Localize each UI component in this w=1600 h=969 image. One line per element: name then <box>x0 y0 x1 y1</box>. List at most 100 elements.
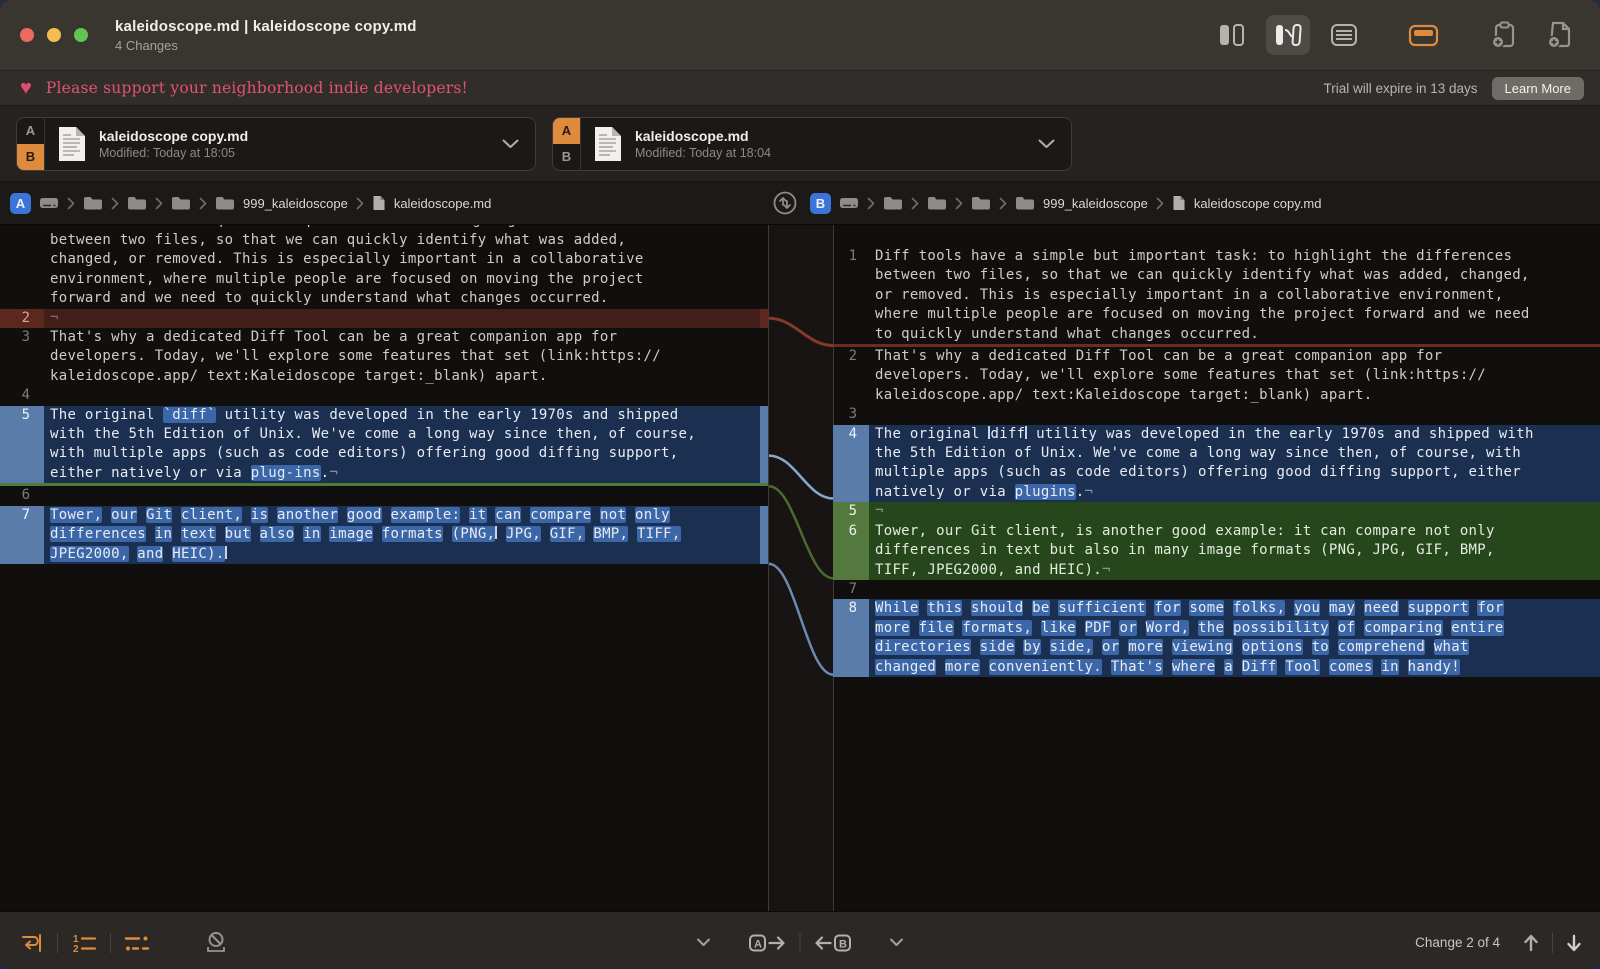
chevron-right-icon <box>199 197 207 210</box>
breadcrumb-file[interactable]: kaleidoscope copy.md <box>1194 196 1322 211</box>
file-icon[interactable] <box>1172 195 1186 211</box>
line-number: 3 <box>833 405 869 424</box>
fluid-view-button[interactable] <box>1266 15 1310 55</box>
line-text: While this should be sufficient for some… <box>869 599 1600 677</box>
folder-icon[interactable] <box>83 195 103 211</box>
minimize-button[interactable] <box>47 28 61 42</box>
svg-text:2: 2 <box>73 944 79 954</box>
diff-change-row[interactable]: 2¬ <box>0 309 768 328</box>
line-text <box>869 580 1600 599</box>
line-numbers-button[interactable]: 12 <box>71 932 97 954</box>
ab-toggle-right: A B <box>553 118 581 170</box>
previous-change-button[interactable] <box>1523 933 1539 953</box>
svg-text:A: A <box>754 938 762 950</box>
folder-icon[interactable] <box>171 195 191 211</box>
line-text: ¬ <box>44 309 760 328</box>
change-edge-strip <box>760 386 768 405</box>
ab-toggle-left: A B <box>17 118 45 170</box>
copy-b-badge: B <box>810 193 831 214</box>
copy-a-badge: A <box>10 193 31 214</box>
banner-message: Please support your neighborhood indie d… <box>46 79 468 97</box>
chevron-down-icon[interactable] <box>502 139 519 149</box>
merge-right-options-chevron[interactable] <box>890 938 904 947</box>
swap-files-button[interactable] <box>771 189 799 217</box>
close-button[interactable] <box>20 28 34 42</box>
wrap-lines-button[interactable] <box>20 932 44 954</box>
copy-a-badge[interactable]: A <box>17 118 44 144</box>
diff-row: 2That's why a dedicated Diff Tool can be… <box>833 347 1600 405</box>
add-from-clipboard-button[interactable] <box>1482 15 1526 55</box>
diff-row: 3 <box>833 405 1600 424</box>
breadcrumb-file[interactable]: kaleidoscope.md <box>394 196 492 211</box>
line-text: ¬ <box>869 502 1600 521</box>
document-plus-icon <box>1545 20 1575 50</box>
breadcrumb-bar: A 999_kaleidoscope kaleidoscope.md B <box>0 182 1600 225</box>
line-number: 5 <box>833 502 869 521</box>
copy-a-to-right-button[interactable]: A <box>749 932 787 954</box>
add-file-button[interactable] <box>1538 15 1582 55</box>
change-edge-strip <box>760 406 768 484</box>
file-modified: Modified: Today at 18:04 <box>635 146 771 160</box>
chevron-down-icon[interactable] <box>1038 139 1055 149</box>
file-card-left[interactable]: A B kaleidoscope copy.md Modified: Today… <box>16 117 536 171</box>
drive-icon[interactable] <box>39 195 59 211</box>
folder-icon[interactable] <box>1015 195 1035 211</box>
changes-count: 4 Changes <box>115 38 417 53</box>
change-edge-strip <box>760 486 768 505</box>
line-text <box>44 486 760 505</box>
line-number: 2 <box>0 309 44 328</box>
folder-icon[interactable] <box>883 195 903 211</box>
chevron-right-icon <box>111 197 119 210</box>
change-markers-button[interactable] <box>124 932 150 954</box>
line-number <box>0 231 44 309</box>
drive-icon[interactable] <box>839 195 859 211</box>
window-title: kaleidoscope.md | kaleidoscope copy.md <box>115 18 417 35</box>
line-text <box>869 405 1600 424</box>
document-icon <box>57 125 87 163</box>
file-name: kaleidoscope.md <box>635 128 771 144</box>
diff-connector-gutter <box>768 225 834 911</box>
blocks-view-button[interactable] <box>1210 15 1254 55</box>
diff-row: 4 <box>0 386 768 405</box>
diff-content: Diff tools have a simple but important t… <box>0 225 1600 911</box>
file-card-right[interactable]: A B kaleidoscope.md Modified: Today at 1… <box>552 117 1072 171</box>
copy-a-badge[interactable]: A <box>553 118 580 144</box>
breadcrumb-folder[interactable]: 999_kaleidoscope <box>243 196 348 211</box>
diff-change-row[interactable]: 7Tower, our Git client, is another good … <box>0 506 768 564</box>
diff-row: 7 <box>833 580 1600 599</box>
line-text: between two files, so that we can quickl… <box>44 231 760 309</box>
ignore-changes-button[interactable] <box>204 931 228 955</box>
folder-icon[interactable] <box>215 195 235 211</box>
diff-change-row[interactable]: 4The original diff utility was developed… <box>833 425 1600 503</box>
line-text: That's why a dedicated Diff Tool can be … <box>869 347 1600 405</box>
changes-bar-button[interactable] <box>1402 15 1446 55</box>
diff-change-row[interactable]: 5¬ <box>833 502 1600 521</box>
line-number: 6 <box>0 486 44 505</box>
clipboard-plus-icon <box>1489 20 1519 50</box>
line-number: 2 <box>833 347 869 405</box>
line-number: 7 <box>0 506 44 564</box>
next-change-button[interactable] <box>1566 933 1582 953</box>
diff-change-row[interactable]: 5The original `diff` utility was develop… <box>0 406 768 487</box>
diff-change-row[interactable]: 6Tower, our Git client, is another good … <box>833 522 1600 580</box>
diff-pane-right: 1Diff tools have a simple but important … <box>833 225 1600 911</box>
document-icon <box>593 125 623 163</box>
line-text: That's why a dedicated Diff Tool can be … <box>44 328 760 386</box>
diff-change-row[interactable]: 8While this should be sufficient for som… <box>833 599 1600 677</box>
unified-view-button[interactable] <box>1322 15 1366 55</box>
merge-left-options-chevron[interactable] <box>697 938 711 947</box>
copy-b-to-left-button[interactable]: B <box>814 932 852 954</box>
zoom-button[interactable] <box>74 28 88 42</box>
folder-icon[interactable] <box>127 195 147 211</box>
folder-icon[interactable] <box>927 195 947 211</box>
line-text: Diff tools have a simple but important t… <box>869 247 1600 344</box>
line-number: 1 <box>833 247 869 344</box>
learn-more-button[interactable]: Learn More <box>1492 77 1584 100</box>
file-icon[interactable] <box>372 195 386 211</box>
folder-icon[interactable] <box>971 195 991 211</box>
chevron-right-icon <box>867 197 875 210</box>
change-edge-strip <box>760 506 768 564</box>
breadcrumb-folder[interactable]: 999_kaleidoscope <box>1043 196 1148 211</box>
copy-b-badge[interactable]: B <box>553 144 580 170</box>
copy-b-badge[interactable]: B <box>17 144 44 170</box>
